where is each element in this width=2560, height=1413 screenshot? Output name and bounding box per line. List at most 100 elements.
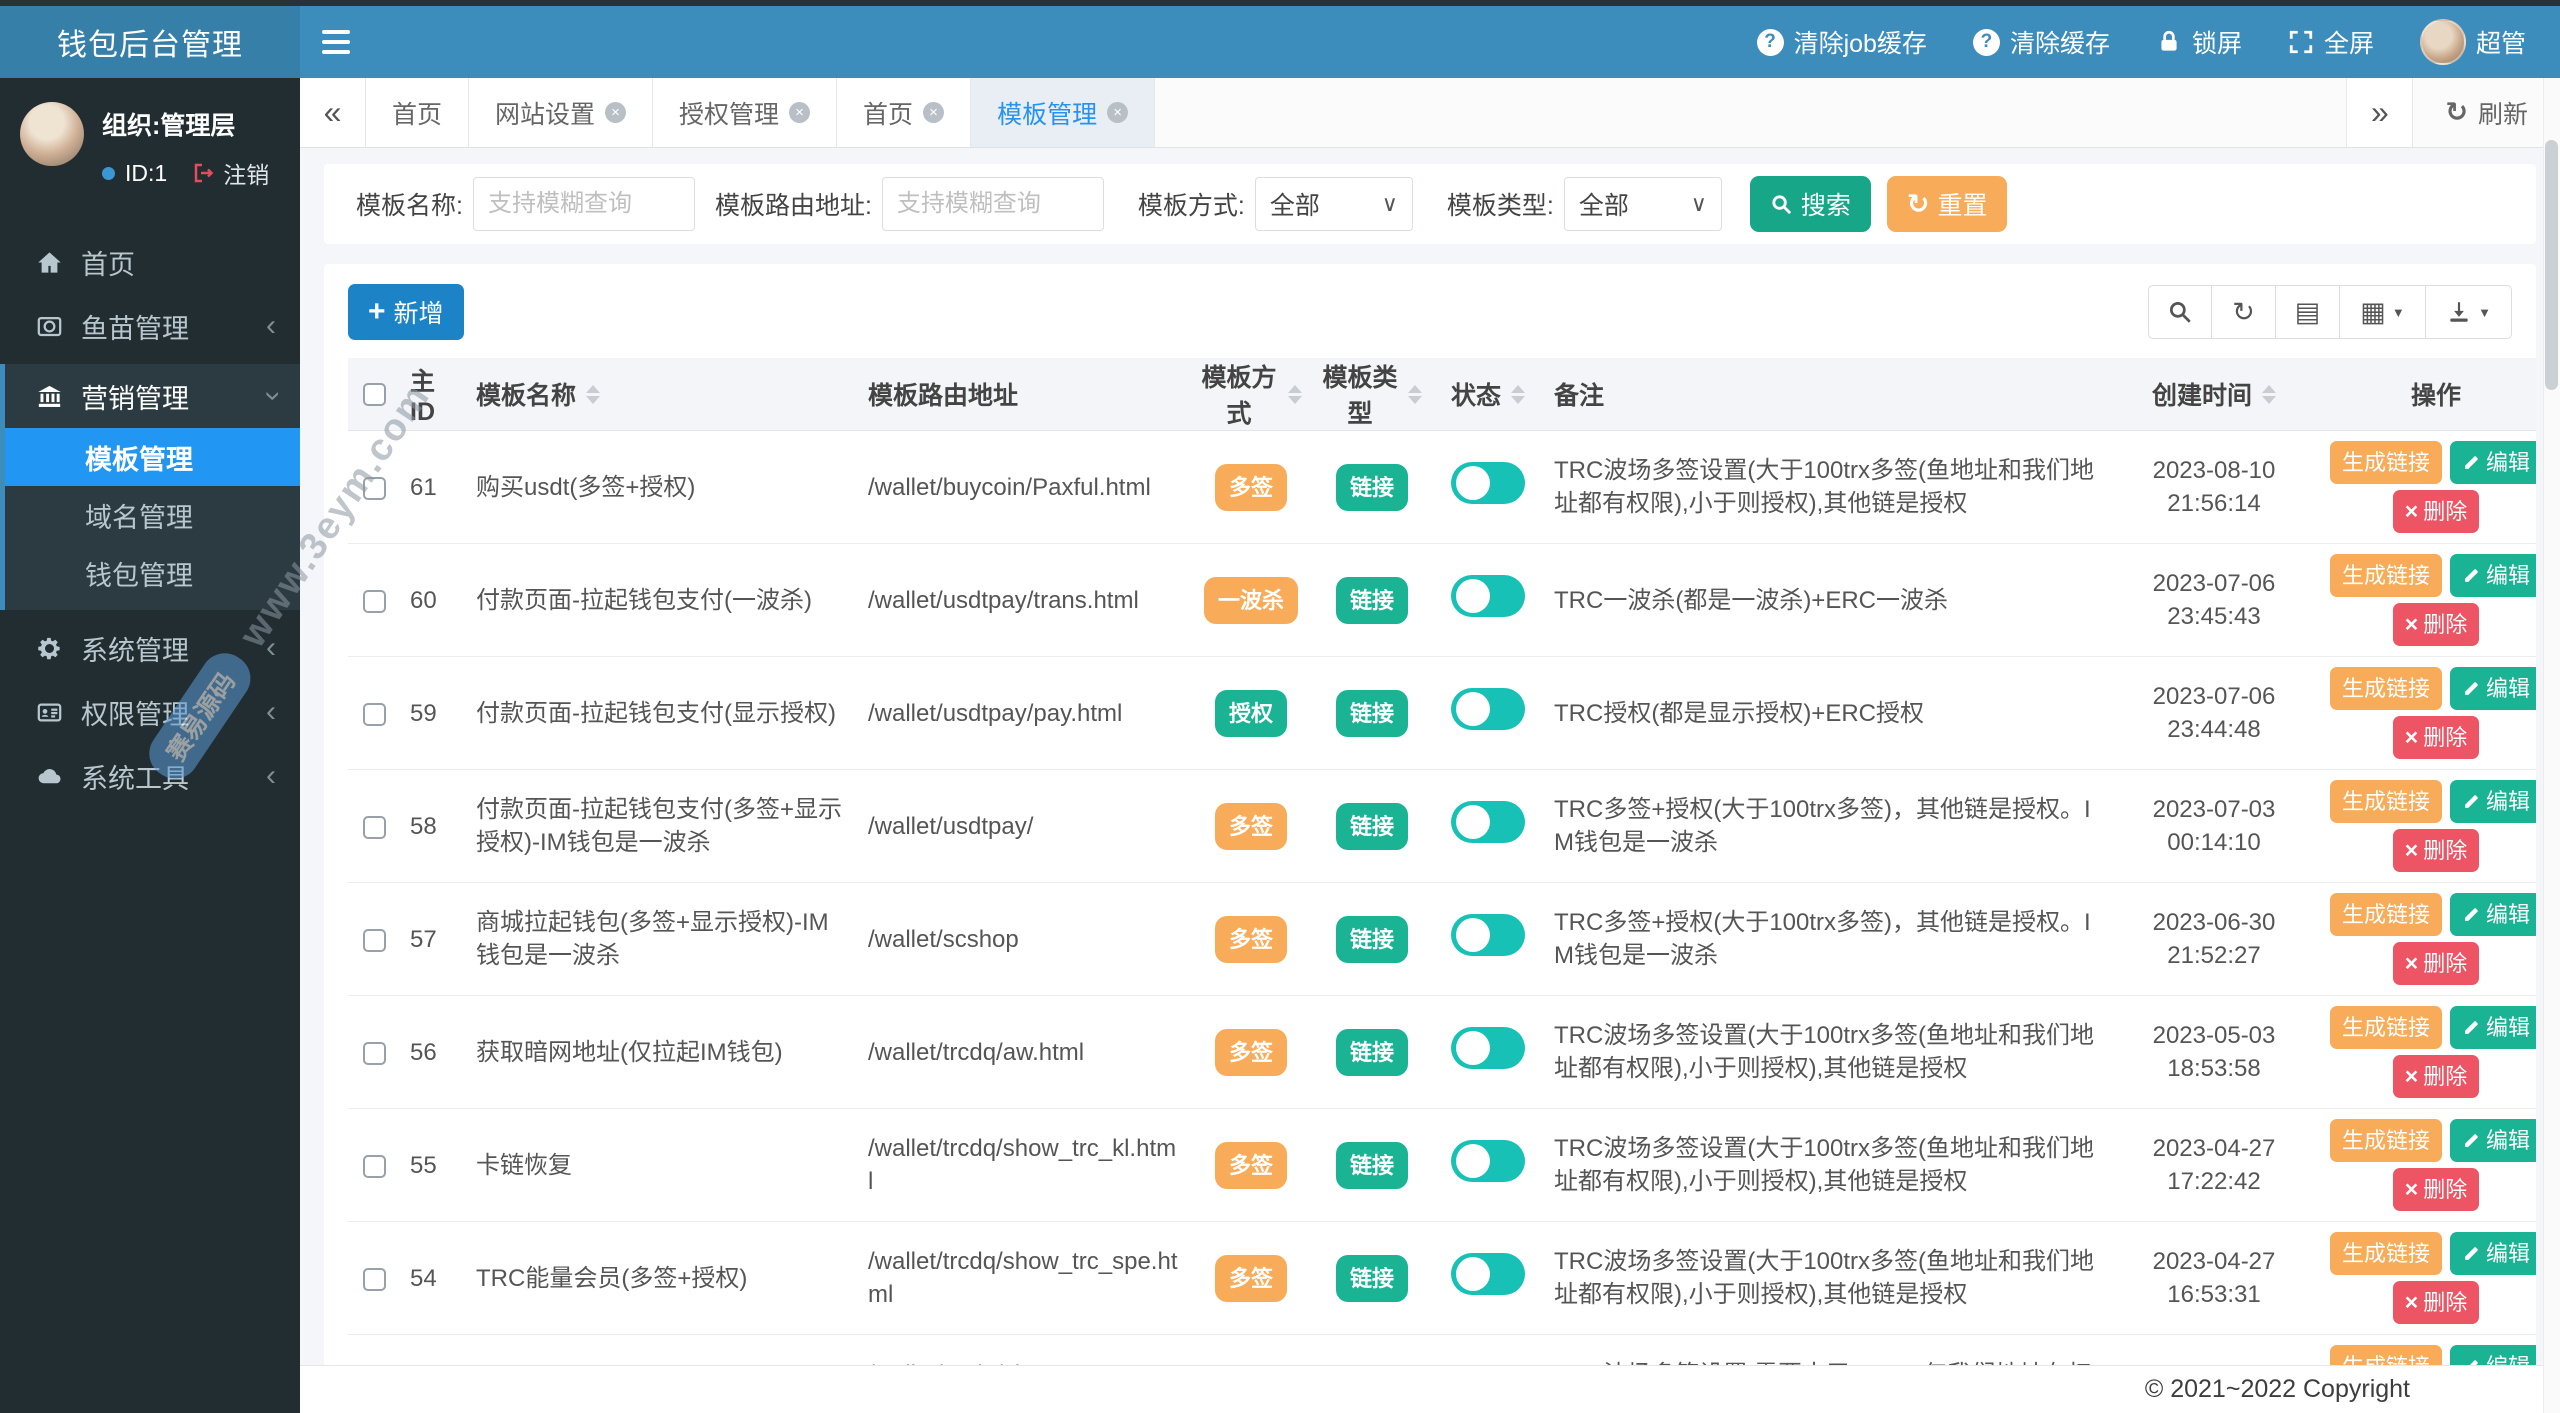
generate-link-button[interactable]: 生成链接	[2329, 1006, 2442, 1049]
tab[interactable]: 网站设置 ×	[469, 78, 654, 147]
template-method-select[interactable]: 全部 ∨	[1254, 177, 1413, 231]
search-tool-button[interactable]	[2148, 285, 2212, 339]
add-button[interactable]: + 新增	[348, 284, 464, 340]
tabs-scroll-left-icon[interactable]: «	[300, 78, 366, 147]
delete-button[interactable]: × 删除	[2392, 716, 2480, 759]
table-panel: + 新增 ↻ ▤ ▦ ▼ ▼ 主ID 模板名称 模板路由地址 模板方式 模板类型…	[324, 264, 2536, 1365]
edit-button[interactable]: 编辑	[2450, 554, 2536, 597]
row-checkbox[interactable]	[362, 815, 386, 839]
edit-button[interactable]: 编辑	[2450, 667, 2536, 710]
delete-button[interactable]: × 删除	[2392, 1168, 2480, 1211]
delete-button[interactable]: × 删除	[2392, 603, 2480, 646]
sort-icon[interactable]	[1408, 384, 1422, 404]
scrollbar-thumb[interactable]	[2545, 140, 2558, 390]
sort-icon[interactable]	[1511, 384, 1525, 404]
generate-link-button[interactable]: 生成链接	[2329, 441, 2442, 484]
sidebar-menu-item[interactable]: 营销管理 ‹	[5, 364, 300, 428]
edit-button[interactable]: 编辑	[2450, 1006, 2536, 1049]
tabs-scroll-right-icon[interactable]: »	[2346, 78, 2413, 147]
template-type-select[interactable]: 全部 ∨	[1563, 177, 1722, 231]
sort-icon[interactable]	[1288, 384, 1302, 404]
tab[interactable]: 首页 ×	[837, 78, 972, 147]
column-header[interactable]: 模板方式	[1190, 358, 1312, 431]
sidebar-menu-item[interactable]: 系统管理 ‹	[0, 616, 300, 680]
generate-link-button[interactable]: 生成链接	[2329, 667, 2442, 710]
generate-link-button[interactable]: 生成链接	[2329, 780, 2442, 823]
status-toggle[interactable]	[1451, 1139, 1525, 1182]
tab-close-icon[interactable]: ×	[789, 102, 811, 123]
logout-button[interactable]: 注销	[191, 156, 269, 190]
refresh-tool-button[interactable]: ↻	[2212, 285, 2276, 339]
columns-button[interactable]: ▦ ▼	[2340, 285, 2426, 339]
navbar-action[interactable]: ? 清除job缓存	[1756, 24, 1927, 60]
generate-link-button[interactable]: 生成链接	[2329, 893, 2442, 936]
delete-button[interactable]: × 删除	[2392, 1281, 2480, 1324]
sidebar-submenu-item[interactable]: 域名管理	[5, 486, 300, 544]
row-checkbox[interactable]	[362, 1041, 386, 1065]
generate-link-button[interactable]: 生成链接	[2329, 554, 2442, 597]
column-header[interactable]: 模板路由地址	[858, 358, 1190, 431]
tab-close-icon[interactable]: ×	[605, 102, 627, 123]
row-checkbox[interactable]	[362, 476, 386, 500]
delete-button[interactable]: × 删除	[2392, 1055, 2480, 1098]
detail-view-button[interactable]: ▤	[2276, 285, 2340, 339]
search-button[interactable]: 搜索	[1749, 176, 1871, 232]
tab[interactable]: 授权管理 ×	[653, 78, 838, 147]
status-toggle[interactable]	[1451, 461, 1525, 504]
navbar-action[interactable]: 全屏	[2288, 24, 2374, 60]
status-toggle[interactable]	[1451, 574, 1525, 617]
row-checkbox[interactable]	[362, 589, 386, 613]
column-header[interactable]: 状态	[1432, 358, 1544, 431]
column-header[interactable]: 模板类型	[1312, 358, 1432, 431]
tab[interactable]: 首页	[366, 78, 470, 147]
sidebar-menu-item[interactable]: 权限管理 ‹	[0, 680, 300, 744]
generate-link-button[interactable]: 生成链接	[2329, 1119, 2442, 1162]
edit-button[interactable]: 编辑	[2450, 893, 2536, 936]
edit-button[interactable]: 编辑	[2450, 780, 2536, 823]
delete-button[interactable]: × 删除	[2392, 942, 2480, 985]
delete-button[interactable]: × 删除	[2392, 829, 2480, 872]
tab-close-icon[interactable]: ×	[1107, 102, 1129, 123]
edit-button[interactable]: 编辑	[2450, 1345, 2536, 1365]
reset-button[interactable]: ↻ 重置	[1886, 176, 2008, 232]
generate-link-button[interactable]: 生成链接	[2329, 1232, 2442, 1275]
generate-link-button[interactable]: 生成链接	[2329, 1345, 2442, 1365]
navbar-action[interactable]: ? 清除缓存	[1972, 24, 2110, 60]
tab-close-icon[interactable]: ×	[923, 102, 945, 123]
column-header[interactable]: 创建时间	[2116, 358, 2312, 431]
status-toggle[interactable]	[1451, 687, 1525, 730]
tab[interactable]: 模板管理 ×	[971, 78, 1156, 147]
sidebar-menu-item[interactable]: 系统工具 ‹	[0, 744, 300, 808]
select-all-checkbox[interactable]	[362, 383, 386, 407]
sort-icon[interactable]	[586, 384, 601, 404]
column-header[interactable]: 主ID	[400, 358, 466, 431]
scrollbar[interactable]	[2543, 78, 2560, 1413]
edit-button[interactable]: 编辑	[2450, 1232, 2536, 1275]
row-checkbox[interactable]	[362, 928, 386, 952]
status-toggle[interactable]	[1451, 1252, 1525, 1295]
column-header[interactable]: 备注	[1544, 358, 2116, 431]
refresh-tab-button[interactable]: ↻ 刷新	[2412, 78, 2560, 147]
row-checkbox[interactable]	[362, 1267, 386, 1291]
sort-icon[interactable]	[2262, 384, 2276, 404]
column-header[interactable]: 操作	[2312, 358, 2536, 431]
template-path-input[interactable]	[881, 177, 1104, 231]
sidebar-menu-item[interactable]: 鱼苗管理 ‹	[0, 294, 300, 358]
sidebar-menu-item[interactable]: 首页	[0, 230, 300, 294]
sidebar-submenu-item[interactable]: 模板管理	[5, 428, 300, 486]
status-toggle[interactable]	[1451, 1026, 1525, 1069]
export-button[interactable]: ▼	[2426, 285, 2512, 339]
sidebar-submenu-item[interactable]: 钱包管理	[5, 544, 300, 602]
user-menu[interactable]: 超管	[2419, 19, 2526, 65]
column-header[interactable]: 模板名称	[466, 358, 858, 431]
edit-button[interactable]: 编辑	[2450, 441, 2536, 484]
sidebar-toggle-icon[interactable]	[300, 6, 372, 78]
template-name-input[interactable]	[472, 177, 695, 231]
navbar-action[interactable]: 锁屏	[2156, 24, 2242, 60]
status-toggle[interactable]	[1451, 913, 1525, 956]
row-checkbox[interactable]	[362, 1154, 386, 1178]
status-toggle[interactable]	[1451, 800, 1525, 843]
edit-button[interactable]: 编辑	[2450, 1119, 2536, 1162]
delete-button[interactable]: × 删除	[2392, 490, 2480, 533]
row-checkbox[interactable]	[362, 702, 386, 726]
